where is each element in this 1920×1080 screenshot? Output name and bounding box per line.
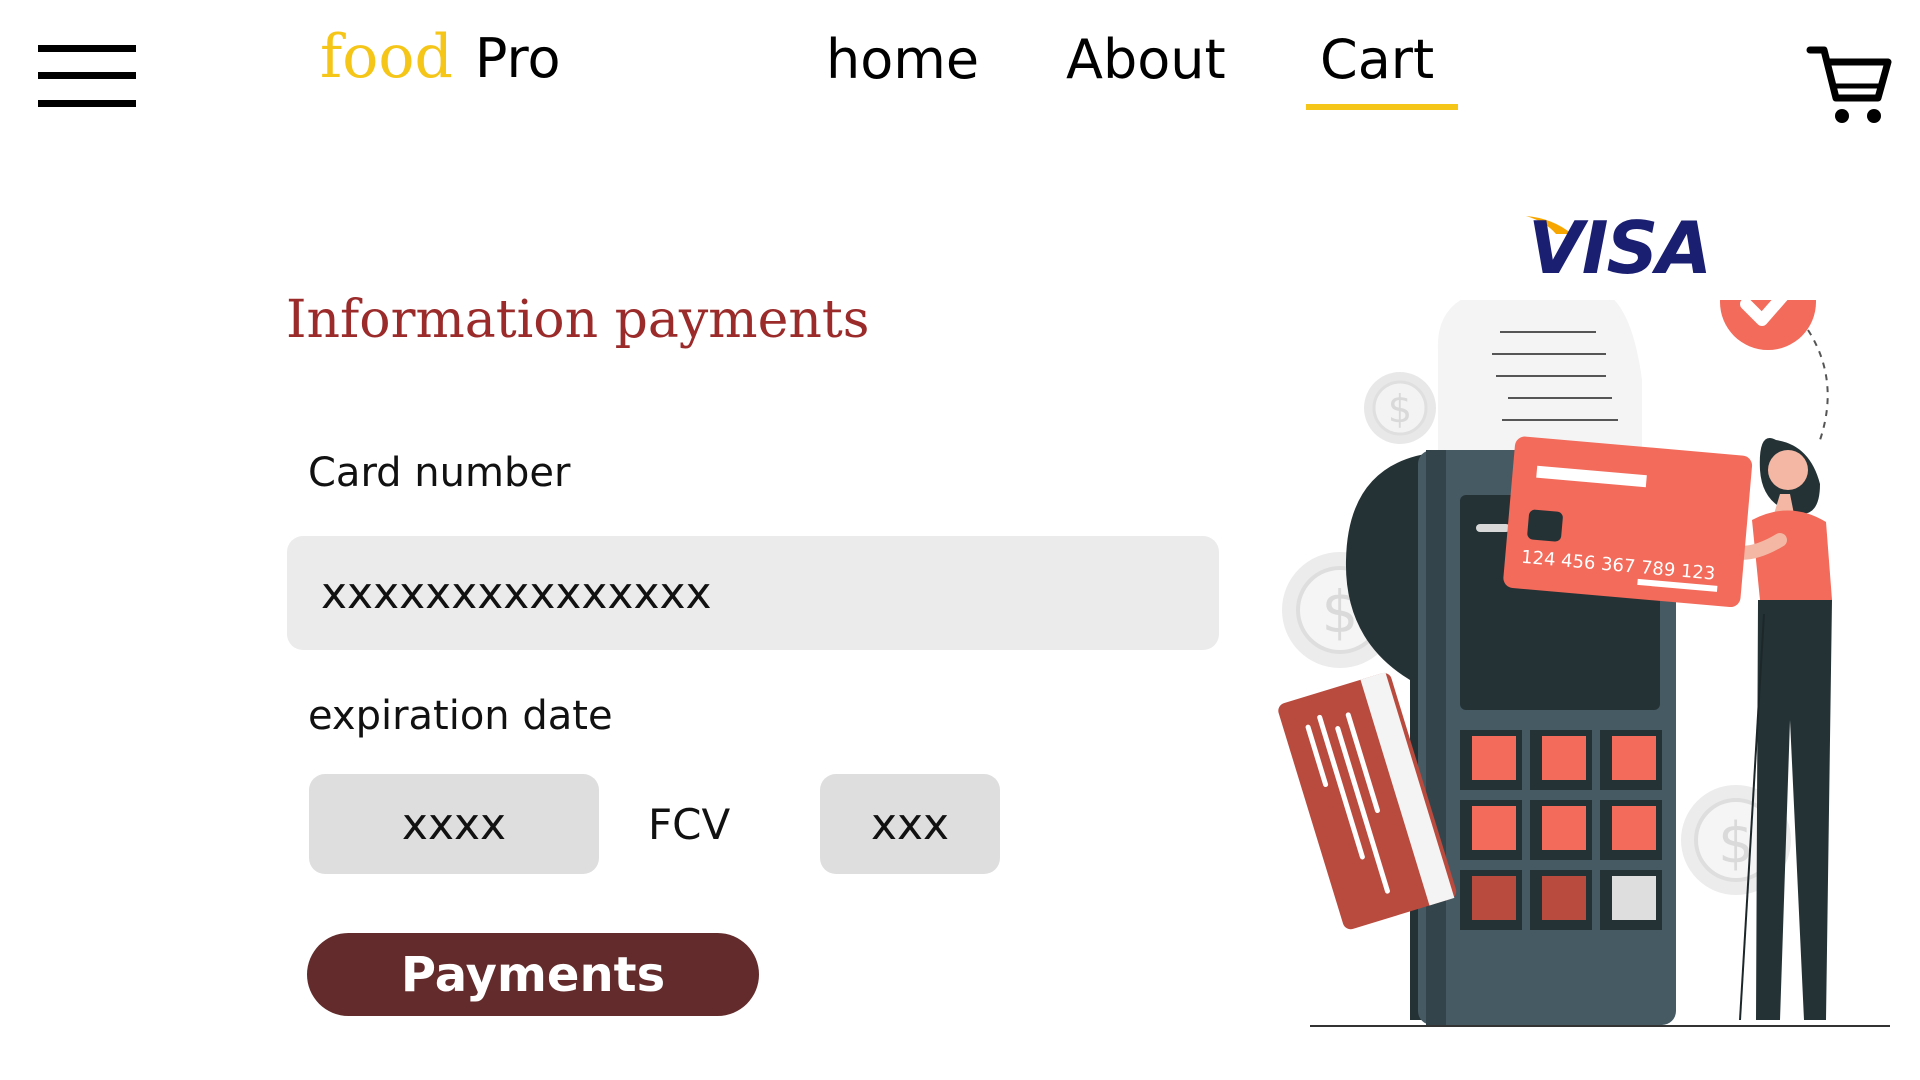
brand-food: food [320,22,453,92]
fcv-input[interactable] [820,774,1000,874]
payment-terminal-illustration: $ $ $ 124 456 367 789 123 [1278,300,1890,1027]
nav-cart[interactable]: Cart [1320,28,1434,91]
payments-button[interactable]: Payments [307,933,759,1016]
visa-logo: VISA [1528,206,1712,290]
expiration-date-input[interactable] [309,774,599,874]
brand-logo[interactable]: food Pro [320,22,561,102]
menu-line [38,72,136,79]
card-number-label: Card number [308,450,571,496]
shopping-cart-icon[interactable] [1806,40,1892,126]
nav-about[interactable]: About [1066,28,1226,91]
coin-icon: $ [1364,372,1436,444]
hamburger-menu-icon[interactable] [38,45,136,109]
menu-line [38,45,136,52]
fcv-label: FCV [648,800,731,849]
nav-home[interactable]: home [826,28,979,91]
page-title: Information payments [286,290,870,350]
card-number-input[interactable] [287,536,1219,650]
nav-active-underline [1306,104,1458,110]
brand-pro: Pro [474,27,561,90]
menu-line [38,100,136,107]
svg-text:$: $ [1388,387,1412,431]
expiration-date-label: expiration date [308,693,613,739]
